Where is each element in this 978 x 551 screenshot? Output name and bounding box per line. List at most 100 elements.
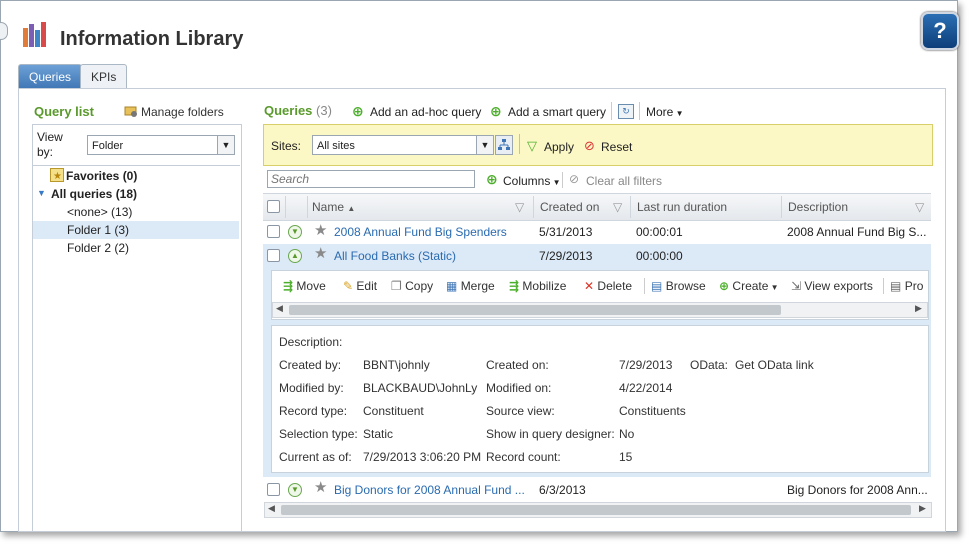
refresh-icon[interactable]: ↻ bbox=[618, 104, 634, 119]
copy-label: Copy bbox=[405, 279, 434, 293]
scroll-thumb[interactable] bbox=[281, 505, 911, 515]
scroll-left-icon[interactable]: ◀ bbox=[276, 303, 283, 314]
merge-label: Merge bbox=[460, 279, 495, 293]
table-row[interactable]: ▲ ★ All Food Banks (Static) 7/29/2013 00… bbox=[263, 244, 931, 268]
divider bbox=[639, 102, 640, 120]
mobilize-button[interactable]: ⇶ Mobilize bbox=[509, 279, 566, 293]
tree-item-all-queries[interactable]: All queries (18) bbox=[51, 187, 137, 201]
row-checkbox[interactable] bbox=[267, 225, 280, 238]
query-name-link[interactable]: Big Donors for 2008 Annual Fund ... bbox=[334, 483, 525, 497]
properties-button[interactable]: ▤ Pro bbox=[890, 279, 926, 293]
view-by-label: View by: bbox=[37, 130, 63, 159]
delete-button[interactable]: ✕ Delete bbox=[584, 279, 632, 293]
view-by-select[interactable]: Folder ▼ bbox=[87, 135, 235, 155]
description-filter-icon[interactable]: ▽ bbox=[915, 200, 924, 214]
get-odata-link[interactable]: Get OData link bbox=[735, 358, 814, 372]
query-name-link[interactable]: 2008 Annual Fund Big Spenders bbox=[334, 225, 507, 239]
tree-item-none[interactable]: <none> (13) bbox=[67, 205, 132, 219]
collapse-row-icon[interactable]: ▲ bbox=[288, 249, 302, 263]
properties-label: Pro bbox=[904, 279, 924, 293]
apply-button[interactable]: Apply bbox=[544, 140, 574, 154]
divider bbox=[32, 165, 240, 166]
reset-button[interactable]: Reset bbox=[601, 140, 632, 154]
clear-all-filters-button[interactable]: Clear all filters bbox=[586, 174, 662, 188]
duration-cell: 00:00:01 bbox=[636, 225, 683, 239]
show-in-designer-label: Show in query designer: bbox=[486, 427, 615, 441]
created-on-cell: 7/29/2013 bbox=[539, 249, 593, 263]
favorite-star-icon[interactable]: ★ bbox=[314, 478, 327, 496]
add-adhoc-query-button[interactable]: Add an ad-hoc query bbox=[370, 105, 481, 119]
created-by-label: Created by: bbox=[279, 358, 342, 372]
select-all-checkbox[interactable] bbox=[267, 200, 280, 213]
manage-folders-link[interactable]: Manage folders bbox=[141, 105, 224, 119]
query-name-link[interactable]: All Food Banks (Static) bbox=[334, 249, 456, 263]
create-label: Create bbox=[732, 279, 769, 293]
selection-type-label: Selection type: bbox=[279, 427, 358, 441]
columns-menu[interactable]: Columns ▼ bbox=[503, 174, 561, 188]
toolbar-scrollbar[interactable]: ◀ ▶ bbox=[272, 302, 928, 318]
favorite-star-icon[interactable]: ★ bbox=[314, 221, 327, 239]
add-smart-query-button[interactable]: Add a smart query bbox=[508, 105, 606, 119]
created-filter-icon[interactable]: ▽ bbox=[613, 200, 622, 214]
duration-cell: 00:00:00 bbox=[636, 249, 683, 263]
column-separator bbox=[781, 196, 782, 218]
tree-item-favorites[interactable]: Favorites (0) bbox=[66, 169, 137, 183]
modified-on-value: 4/22/2014 bbox=[619, 381, 673, 395]
caret-down-icon: ▼ bbox=[768, 283, 779, 292]
column-created-on[interactable]: Created on bbox=[540, 200, 599, 214]
tab-kpis[interactable]: KPIs bbox=[80, 64, 128, 89]
table-row[interactable]: ▼ ★ 2008 Annual Fund Big Spenders 5/31/2… bbox=[263, 220, 931, 244]
browse-icon: ▤ bbox=[651, 279, 663, 293]
column-last-run-duration[interactable]: Last run duration bbox=[637, 200, 727, 214]
favorite-star-icon[interactable]: ★ bbox=[314, 244, 327, 262]
create-icon: ⊕ bbox=[719, 279, 730, 293]
scroll-left-icon[interactable]: ◀ bbox=[268, 503, 275, 514]
more-menu[interactable]: More ▼ bbox=[646, 105, 683, 119]
column-separator bbox=[533, 196, 534, 218]
expand-row-icon[interactable]: ▼ bbox=[288, 225, 302, 239]
tree-item-folder-2[interactable]: Folder 2 (2) bbox=[67, 241, 129, 255]
view-exports-button[interactable]: ⇲ View exports bbox=[791, 279, 873, 293]
tree-expand-icon[interactable]: ▼ bbox=[37, 188, 46, 198]
scroll-right-icon[interactable]: ▶ bbox=[915, 303, 922, 314]
queries-title: Queries bbox=[264, 103, 313, 118]
star-folder-icon: ★ bbox=[50, 168, 64, 182]
add-column-icon: ⊕ bbox=[486, 171, 498, 187]
search-input[interactable] bbox=[267, 170, 475, 188]
move-icon: ⇶ bbox=[283, 279, 294, 293]
expand-row-icon[interactable]: ▼ bbox=[288, 483, 302, 497]
help-button[interactable]: ? bbox=[921, 12, 959, 50]
move-button[interactable]: ⇶ Move bbox=[283, 279, 326, 293]
divider bbox=[883, 278, 884, 294]
row-checkbox[interactable] bbox=[267, 249, 280, 262]
merge-button[interactable]: ▦ Merge bbox=[446, 279, 495, 293]
move-label: Move bbox=[296, 279, 326, 293]
record-count-label: Record count: bbox=[486, 450, 561, 464]
row-checkbox[interactable] bbox=[267, 483, 280, 496]
tab-queries[interactable]: Queries bbox=[18, 64, 83, 89]
column-name[interactable]: Name ▲ bbox=[312, 200, 355, 214]
exports-icon: ⇲ bbox=[791, 279, 802, 293]
query-list-panel bbox=[32, 124, 242, 532]
create-menu[interactable]: ⊕ Create ▼ bbox=[719, 279, 779, 293]
tree-item-folder-1[interactable]: Folder 1 (3) bbox=[67, 223, 129, 237]
copy-button[interactable]: ❐ Copy bbox=[391, 279, 433, 293]
grid-scrollbar[interactable]: ◀ ▶ bbox=[264, 502, 932, 518]
edit-button[interactable]: ✎ Edit bbox=[343, 279, 377, 293]
pencil-icon: ✎ bbox=[343, 279, 354, 293]
name-filter-icon[interactable]: ▽ bbox=[515, 200, 524, 214]
caret-down-icon: ▼ bbox=[673, 109, 684, 118]
scroll-right-icon[interactable]: ▶ bbox=[919, 503, 926, 514]
column-name-label: Name bbox=[312, 200, 345, 214]
site-hierarchy-icon[interactable] bbox=[495, 135, 513, 155]
created-on-cell: 6/3/2013 bbox=[539, 483, 586, 497]
column-description[interactable]: Description bbox=[788, 200, 848, 214]
scroll-thumb[interactable] bbox=[289, 305, 781, 315]
filter-icon: ▽ bbox=[527, 138, 537, 153]
table-row[interactable]: ▼ ★ Big Donors for 2008 Annual Fund ... … bbox=[263, 478, 931, 502]
sites-value: All sites bbox=[317, 140, 355, 152]
sites-select[interactable]: All sites ▼ bbox=[312, 135, 494, 155]
modified-by-label: Modified by: bbox=[279, 381, 344, 395]
view-exports-label: View exports bbox=[804, 279, 873, 293]
browse-button[interactable]: ▤ Browse bbox=[651, 279, 706, 293]
